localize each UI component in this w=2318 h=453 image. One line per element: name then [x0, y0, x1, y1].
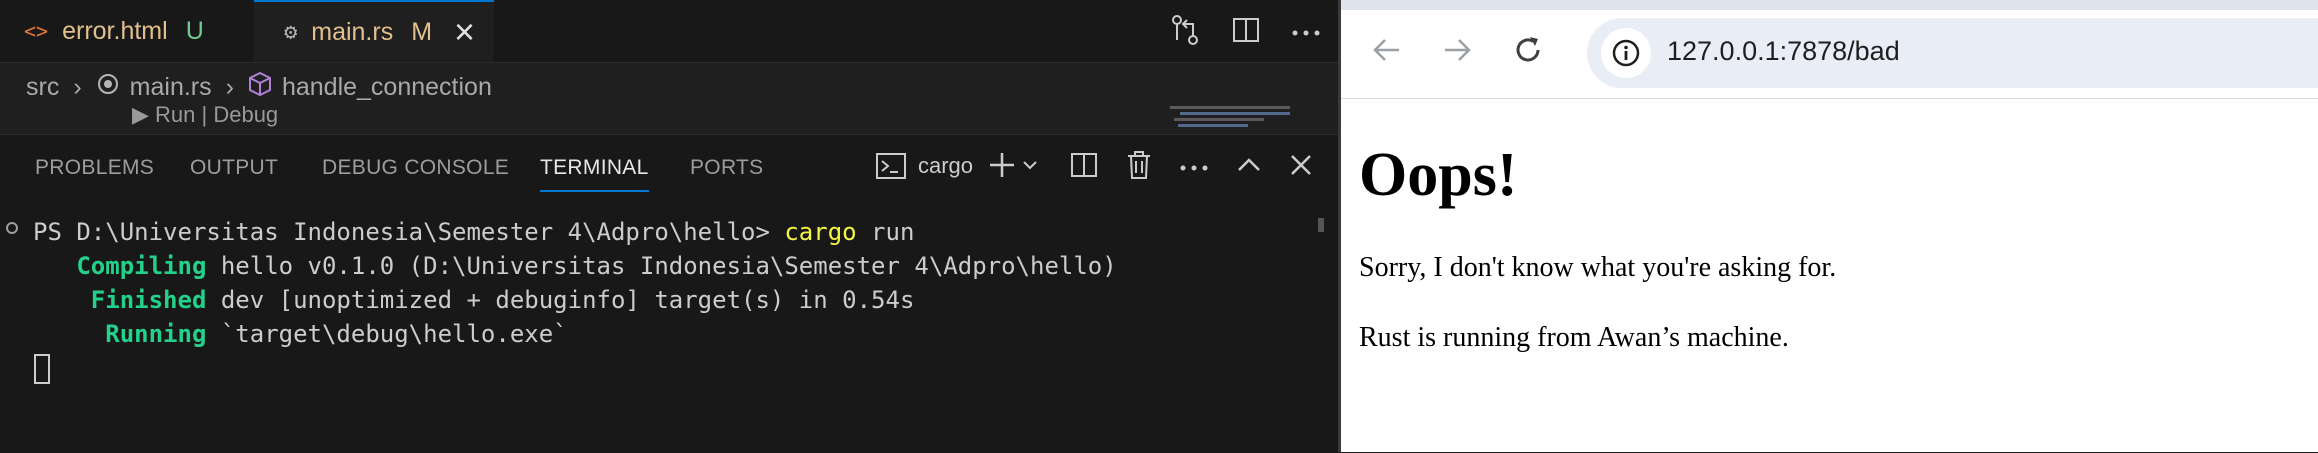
breadcrumb-main-rs[interactable]: main.rs: [130, 73, 212, 102]
command-args: run: [856, 218, 915, 246]
terminal-line: Finished dev [unoptimized + debuginfo] t…: [33, 286, 915, 314]
trash-icon[interactable]: [1126, 150, 1152, 185]
cargo-status-keyword: Running: [33, 320, 207, 348]
command-decoration-icon[interactable]: [6, 222, 18, 234]
close-panel-icon[interactable]: [1290, 154, 1312, 181]
new-terminal-icon[interactable]: [990, 151, 1042, 184]
breadcrumb-handle-connection[interactable]: handle_connection: [282, 73, 492, 102]
prompt: PS D:\Universitas Indonesia\Semester 4\A…: [33, 218, 785, 246]
terminal-name: cargo: [918, 153, 974, 178]
terminal-selector[interactable]: cargo: [876, 152, 973, 180]
panel-tab-bar: PROBLEMS OUTPUT DEBUG CONSOLE TERMINAL P…: [0, 134, 1338, 208]
split-editor-icon[interactable]: [1232, 16, 1260, 49]
back-arrow-icon[interactable]: [1371, 36, 1401, 69]
page-content: Oops! Sorry, I don't know what you're as…: [1359, 140, 1836, 353]
page-paragraph: Rust is running from Awan’s machine.: [1359, 322, 1789, 353]
tab-error-html[interactable]: <> error.html U: [0, 0, 248, 62]
cargo-status-keyword: Finished: [33, 286, 207, 314]
git-status-badge: U: [185, 16, 204, 45]
info-icon: [1611, 38, 1641, 73]
terminal-line: Compiling hello v0.1.0 (D:\Universitas I…: [33, 252, 1117, 280]
terminal-scrollbar[interactable]: [1318, 218, 1324, 232]
tab-strip: [1341, 0, 2318, 10]
forward-arrow-icon[interactable]: [1443, 36, 1473, 69]
minimap[interactable]: [1170, 104, 1310, 134]
browser-toolbar: 127.0.0.1:7878/bad: [1341, 0, 2318, 99]
tab-label: main.rs: [311, 17, 394, 46]
editor-tab-bar: <> error.html U ⚙ main.rs M ×: [0, 0, 1338, 63]
panel-tab-terminal[interactable]: TERMINAL: [540, 156, 649, 192]
breadcrumb-separator: ›: [73, 72, 82, 101]
breadcrumb-separator: ›: [225, 72, 234, 101]
rust-file-icon: [96, 72, 120, 103]
panel-tab-ports[interactable]: PORTS: [690, 156, 763, 180]
terminal-text: `target\debug\hello.exe`: [206, 320, 568, 348]
command: cargo: [784, 218, 857, 246]
terminal-cursor: [34, 354, 50, 384]
address-bar[interactable]: 127.0.0.1:7878/bad: [1587, 18, 2318, 88]
terminal-prompt-line: PS D:\Universitas Indonesia\Semester 4\A…: [33, 218, 914, 246]
function-cube-icon: [248, 71, 272, 104]
panel-tab-output[interactable]: OUTPUT: [190, 156, 278, 180]
open-changes-icon[interactable]: [1170, 14, 1200, 51]
tab-main-rs[interactable]: ⚙ main.rs M ×: [254, 0, 494, 62]
terminal-text: hello v0.1.0 (D:\Universitas Indonesia\S…: [206, 252, 1117, 280]
reload-icon[interactable]: [1513, 35, 1543, 70]
terminal-line: Running `target\debug\hello.exe`: [33, 320, 568, 348]
close-tab-icon[interactable]: ×: [454, 14, 475, 50]
more-actions-icon[interactable]: [1180, 159, 1208, 177]
terminal-text: dev [unoptimized + debuginfo] target(s) …: [206, 286, 915, 314]
panel-tab-debug-console[interactable]: DEBUG CONSOLE: [322, 156, 509, 180]
terminal-icon: [876, 153, 906, 179]
tab-label: error.html: [62, 16, 168, 45]
page-paragraph: Sorry, I don't know what you're asking f…: [1359, 252, 1837, 283]
codelens-run-debug[interactable]: ▶ Run | Debug: [132, 102, 278, 128]
rust-file-icon: ⚙: [284, 19, 298, 45]
page-heading: Oops!: [1359, 141, 1518, 209]
split-terminal-icon[interactable]: [1070, 151, 1098, 184]
cargo-status-keyword: Compiling: [33, 252, 207, 280]
maximize-panel-icon[interactable]: [1236, 157, 1262, 178]
git-status-badge: M: [411, 17, 433, 46]
vscode-window: <> error.html U ⚙ main.rs M × src › main…: [0, 0, 1338, 453]
browser-window: 127.0.0.1:7878/bad Oops! Sorry, I don't …: [1338, 0, 2318, 452]
url-text[interactable]: 127.0.0.1:7878/bad: [1667, 36, 1900, 67]
breadcrumb-src[interactable]: src: [26, 73, 59, 102]
panel-tab-problems[interactable]: PROBLEMS: [35, 156, 154, 180]
html-file-icon: <>: [24, 19, 49, 43]
more-actions-icon[interactable]: [1292, 24, 1320, 42]
